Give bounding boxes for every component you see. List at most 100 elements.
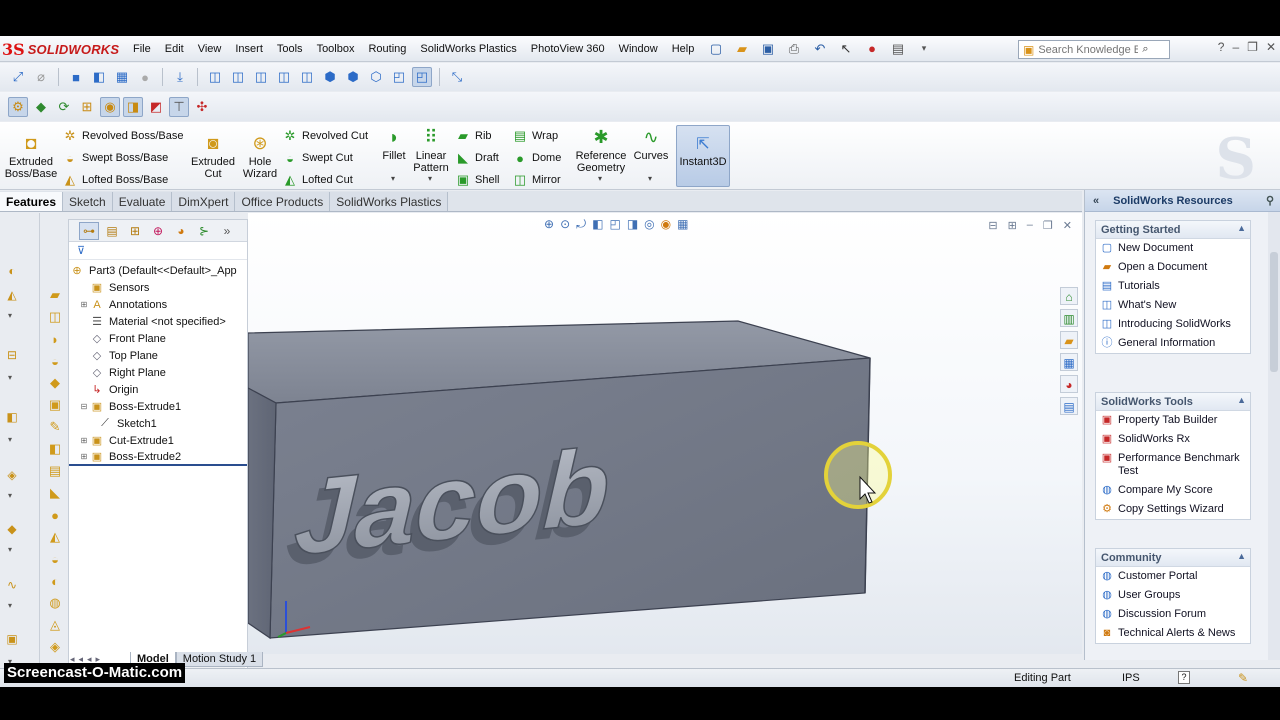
tree-item-top-plane[interactable]: ◇ Top Plane [69,347,247,364]
lofted-cut-button[interactable]: ◭ Lofted Cut [282,172,353,188]
appearances-icon[interactable]: ◕ [1060,375,1078,393]
minimize-icon[interactable]: – [1232,40,1239,54]
sketch-entity-icon[interactable]: ◐ [4,263,20,279]
file-explorer-icon[interactable]: ▰ [1060,331,1078,349]
collapse-icon[interactable]: ⊟ [79,402,89,411]
introducing-solidworks-link[interactable]: ◫ Introducing SolidWorks [1096,315,1250,334]
options-dropdown-icon[interactable]: ▾ [914,39,934,58]
units-selector[interactable]: IPS [1122,672,1140,684]
menu-view[interactable]: View [191,43,229,55]
tree-item-sketch1[interactable]: ⟋ Sketch1 [69,415,247,432]
tree-item-right-plane[interactable]: ◇ Right Plane [69,364,247,381]
curves-dropdown-icon[interactable]: ▾ [648,174,652,183]
split-small-icon[interactable]: ◍ [46,594,64,612]
fillet-small-icon[interactable]: ◗ [46,330,64,348]
fillet-button[interactable]: ◗ Fillet [378,126,410,162]
chevron-down-icon[interactable]: ▾ [8,545,12,554]
display-style-icon[interactable]: ◨ [123,96,143,117]
menu-tools[interactable]: Tools [270,43,310,55]
collapse-panel-icon[interactable]: « [1093,195,1099,207]
appearance-icon[interactable]: ◆ [31,97,51,117]
sketch-small-icon[interactable]: ✎ [46,418,64,436]
menu-insert[interactable]: Insert [228,43,270,55]
tree-item-origin[interactable]: ↳ Origin [69,381,247,398]
display-manager-tab-icon[interactable]: ◕ [171,222,191,240]
ref-geometry-small-icon[interactable]: ◆ [46,374,64,392]
view-grid-icon[interactable]: ▦ [112,67,132,87]
feature-tool-icon[interactable]: ◭ [4,287,20,303]
home-icon[interactable]: ⌂ [1060,287,1078,305]
mirror-small-icon[interactable]: ◭ [46,528,64,546]
chevron-down-icon[interactable]: ▾ [8,435,12,444]
weldment-icon[interactable]: ◆ [4,521,20,537]
expand-icon[interactable]: ⊞ [79,436,89,445]
customer-portal-link[interactable]: ◍ Customer Portal [1096,567,1250,586]
menu-toolbox[interactable]: Toolbox [310,43,362,55]
new-document-icon[interactable]: ▢ [706,39,726,58]
chevron-down-icon[interactable]: ▾ [8,491,12,500]
tab-motion-study-1[interactable]: Motion Study 1 [175,652,264,667]
sketch-settings-icon[interactable]: ⚙ [8,96,28,117]
select-arrow-icon[interactable]: ↖ [836,39,856,58]
section-header[interactable]: SolidWorks Tools ▲ [1096,393,1250,411]
user-groups-link[interactable]: ◍ User Groups [1096,586,1250,605]
search-icon[interactable]: ⌕ [1142,43,1148,56]
normal-to-icon[interactable]: ⤓ [170,67,190,87]
scrollbar-thumb[interactable] [1270,252,1278,372]
shell-button[interactable]: ▣ Shell [455,172,500,188]
view-palette-icon[interactable]: ▦ [1060,353,1078,371]
tree-root[interactable]: ⊕ Part3 (Default<<Default>_App [69,262,247,279]
tree-item-cut-extrude1[interactable]: ⊞ ▣ Cut-Extrude1 [69,432,247,449]
isometric-view-icon[interactable]: ⬢ [343,67,363,87]
trimetric-view-icon[interactable]: ⬡ [366,67,386,87]
resources-scrollbar[interactable] [1268,212,1280,660]
options-icon[interactable]: ▤ [888,39,908,58]
curves-small-icon[interactable]: ◒ [46,550,64,568]
collapse-section-icon[interactable]: ▲ [1237,223,1246,233]
expand-icon[interactable]: ⊞ [79,300,89,309]
view-sphere-icon[interactable]: ● [135,67,155,87]
search-input[interactable] [1038,43,1139,56]
dome-button[interactable]: ● Dome [512,150,561,166]
link-view-icon[interactable]: ⤡ [447,67,467,87]
view-selector-icon[interactable]: ◰ [412,67,432,87]
solidworks-rx-link[interactable]: ▣ SolidWorks Rx [1096,430,1250,449]
scene-icon[interactable]: ✣ [192,97,212,117]
tree-item-annotations[interactable]: ⊞ A Annotations [69,296,247,313]
linear-pattern-button[interactable]: ⠿ Linear Pattern [410,126,452,174]
menu-window[interactable]: Window [612,43,665,55]
property-manager-tab-icon[interactable]: ▤ [102,222,122,240]
bottom-view-icon[interactable]: ⬢ [320,67,340,87]
curve-tool-icon[interactable]: ∿ [4,577,20,593]
compare-my-score-link[interactable]: ◍ Compare My Score [1096,481,1250,500]
tree-item-sensors[interactable]: ▣ Sensors [69,279,247,296]
surface-icon[interactable]: ◈ [4,467,20,483]
right-view-icon[interactable]: ◫ [274,67,294,87]
view-box-icon[interactable]: ■ [66,67,86,87]
sketch-tool-icon[interactable]: ⤢ [8,67,28,87]
dome-small-icon[interactable]: ● [46,506,64,524]
save-icon[interactable]: ▣ [758,39,778,58]
sheet-metal-icon[interactable]: ▣ [4,631,20,647]
pattern-small-icon[interactable]: ◒ [46,352,64,370]
view-orient-icon[interactable]: ◧ [89,67,109,87]
dimetric-view-icon[interactable]: ◰ [389,67,409,87]
tab-features[interactable]: Features [0,192,64,211]
wrap-small-icon[interactable]: ▣ [46,396,64,414]
chevron-down-icon[interactable]: ▾ [8,311,12,320]
custom-tab-icon[interactable]: ⊱ [194,222,214,240]
expand-icon[interactable]: ⊞ [79,452,89,461]
left-view-icon[interactable]: ◫ [251,67,271,87]
tab-office-products[interactable]: Office Products [235,192,331,211]
tab-sketch[interactable]: Sketch [63,192,113,211]
copy-settings-wizard-link[interactable]: ⚙ Copy Settings Wizard [1096,500,1250,519]
draft-small-icon[interactable]: ◣ [46,484,64,502]
new-document-link[interactable]: ▢ New Document [1096,239,1250,258]
wrap-button[interactable]: ▤ Wrap [512,128,558,144]
instant-tool-icon[interactable]: ⊤ [169,96,189,117]
solidworks-logo[interactable]: 3S SOLIDWORKS [2,39,119,59]
reference-geometry-dropdown-icon[interactable]: ▾ [598,174,602,183]
hole-wizard-button[interactable]: ⊛ Hole Wizard [240,132,280,180]
shell-small-icon[interactable]: ▤ [46,462,64,480]
lofted-boss-button[interactable]: ◭ Lofted Boss/Base [62,172,168,188]
